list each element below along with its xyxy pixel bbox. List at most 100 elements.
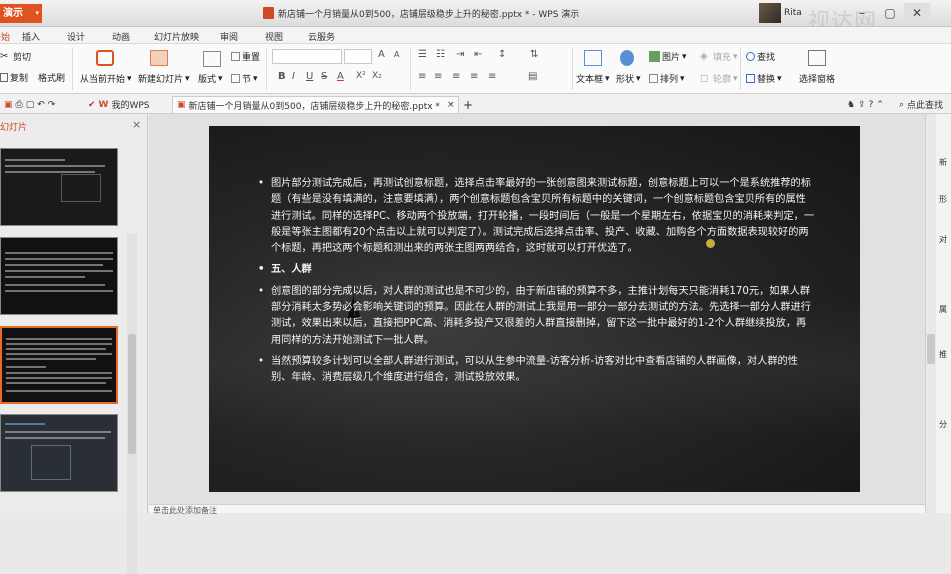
slide-thumbnail[interactable] [0, 148, 118, 226]
search-hint: 点此查找 [907, 101, 944, 111]
user-name[interactable]: Rita [784, 8, 802, 18]
font-shrink-button[interactable]: A [394, 50, 399, 59]
notes-pane[interactable]: 单击此处添加备注 [149, 504, 925, 515]
outline-button[interactable]: ◻ 轮廓 ▾ [700, 72, 738, 85]
task-pane-item[interactable]: 属 [939, 305, 951, 314]
print-icon[interactable]: ⎙ [16, 100, 23, 110]
distribute-icon[interactable]: ≡ [488, 71, 496, 82]
superscript-button[interactable]: X² [356, 71, 366, 81]
preview-icon[interactable]: ▢ [26, 100, 35, 110]
avatar[interactable] [759, 3, 781, 23]
italic-button[interactable]: I [292, 71, 295, 82]
align-left-icon[interactable]: ≡ [418, 71, 426, 82]
chevron-down-icon: ▾ [777, 73, 782, 84]
picture-button[interactable]: 图片 ▾ [649, 50, 687, 63]
search-icon [746, 52, 755, 61]
font-grow-button[interactable]: A [378, 49, 385, 60]
task-pane-item[interactable]: 新 [939, 158, 951, 167]
skin-icon[interactable]: ♞ [847, 100, 855, 110]
fill-button[interactable]: ◈ 填充 ▾ [700, 50, 738, 63]
scrollbar-thumb[interactable] [927, 334, 935, 364]
replace-icon [746, 74, 755, 83]
close-icon[interactable]: × [132, 118, 141, 131]
text-box-button[interactable]: 文本框 ▾ [576, 72, 610, 86]
app-menu-button[interactable]: 演示 ▾ [0, 4, 42, 23]
replace-button[interactable]: 替换 ▾ [746, 72, 782, 85]
tab-home[interactable]: 开始 [0, 30, 10, 43]
slide[interactable]: 图片部分测试完成后，再测试创意标题，选择点击率最好的一张创意图来测试标题，创意标… [209, 126, 860, 492]
format-painter-button[interactable]: 格式刷 [38, 71, 65, 84]
align-center-icon[interactable]: ≡ [434, 71, 442, 82]
underline-button[interactable]: U [306, 71, 313, 82]
section-button[interactable]: 节 ▾ [231, 72, 258, 85]
pptx-file-icon [263, 7, 274, 19]
close-tab-icon[interactable]: × [447, 100, 455, 110]
task-pane-item[interactable]: 分 [939, 420, 951, 429]
slides-scrollbar[interactable] [127, 234, 137, 574]
divider [572, 48, 573, 90]
bold-button[interactable]: B [278, 71, 286, 82]
pin-icon[interactable]: ⌃ [876, 100, 884, 110]
redo-icon[interactable]: ↷ [48, 100, 56, 110]
layout-button[interactable]: 版式 ▾ [198, 72, 223, 86]
indent-icon[interactable]: ⇥ [456, 49, 464, 60]
task-pane-item[interactable]: 对 [939, 235, 951, 244]
cut-label: 剪切 [13, 53, 32, 63]
canvas-scrollbar[interactable] [926, 114, 936, 513]
outdent-icon[interactable]: ⇤ [474, 49, 482, 60]
help-icon[interactable]: ? [869, 100, 874, 110]
tab-view[interactable]: 视图 [265, 30, 283, 43]
font-family-select[interactable] [272, 49, 342, 64]
divider [72, 48, 73, 90]
shape-button[interactable]: 形状 ▾ [616, 72, 641, 86]
chevron-down-icon: ▾ [605, 73, 610, 84]
search-box[interactable]: ⌕ 点此查找 [895, 96, 947, 113]
section-label: 节 [242, 75, 252, 85]
tab-animation[interactable]: 动画 [112, 30, 130, 43]
subscript-button[interactable]: X₂ [372, 71, 382, 81]
slide-thumbnail[interactable] [0, 414, 118, 492]
slide-thumbnail-selected[interactable] [0, 326, 118, 404]
tab-current-document[interactable]: ▣ 新店铺一个月销量从0到500，店铺层级稳步上升的秘密.pptx * × [172, 96, 460, 113]
close-icon[interactable]: ✕ [904, 3, 930, 23]
tab-review[interactable]: 审阅 [220, 30, 238, 43]
tab-design[interactable]: 设计 [67, 30, 85, 43]
line-spacing-icon[interactable]: ↕ [498, 49, 506, 60]
tab-slideshow[interactable]: 幻灯片放映 [154, 30, 199, 43]
tab-insert[interactable]: 插入 [22, 30, 40, 43]
slide-thumbnail[interactable] [0, 237, 118, 315]
share-icon[interactable]: ⇪ [858, 100, 866, 110]
maximize-icon[interactable]: ▢ [877, 3, 903, 23]
picture-icon [649, 51, 660, 62]
arrange-button[interactable]: 排列 ▾ [649, 72, 685, 85]
font-color-button[interactable]: A [337, 71, 344, 82]
find-button[interactable]: 查找 [746, 50, 775, 63]
reset-button[interactable]: 重置 [231, 50, 260, 63]
scrollbar-thumb[interactable] [128, 334, 136, 454]
divider [266, 48, 267, 90]
align-text-icon[interactable]: ▤ [528, 71, 537, 82]
play-from-current-button[interactable]: 从当前开始 ▾ [80, 72, 132, 86]
text-direction-icon[interactable]: ⇅ [530, 49, 538, 60]
tab-cloud[interactable]: 云服务 [308, 30, 335, 43]
undo-icon[interactable]: ↶ [37, 100, 45, 110]
minimize-icon[interactable]: – [849, 3, 875, 23]
task-pane-item[interactable]: 形 [939, 195, 951, 204]
slide-text-body[interactable]: 图片部分测试完成后，再测试创意标题，选择点击率最好的一张创意图来测试标题，创意标… [256, 176, 816, 392]
strikethrough-button[interactable]: S [321, 71, 327, 82]
task-pane-item[interactable]: 推 [939, 350, 951, 359]
justify-icon[interactable]: ≡ [470, 71, 478, 82]
selection-pane-button[interactable]: 选择窗格 [799, 72, 835, 85]
tab-my-wps[interactable]: ✔ W 我的WPS [84, 96, 154, 113]
font-size-select[interactable] [344, 49, 372, 64]
numbered-list-icon[interactable]: ☷ [436, 49, 445, 60]
divider [740, 48, 741, 90]
new-slide-icon [150, 50, 168, 66]
copy-button[interactable]: 复制 [0, 71, 28, 84]
new-slide-button[interactable]: 新建幻灯片 ▾ [138, 72, 190, 86]
bullet-list-icon[interactable]: ☰ [418, 49, 427, 60]
new-tab-button[interactable]: + [459, 96, 477, 113]
align-right-icon[interactable]: ≡ [452, 71, 460, 82]
save-icon[interactable]: ▣ [4, 100, 13, 110]
cut-button[interactable]: ✂ 剪切 [0, 50, 31, 63]
